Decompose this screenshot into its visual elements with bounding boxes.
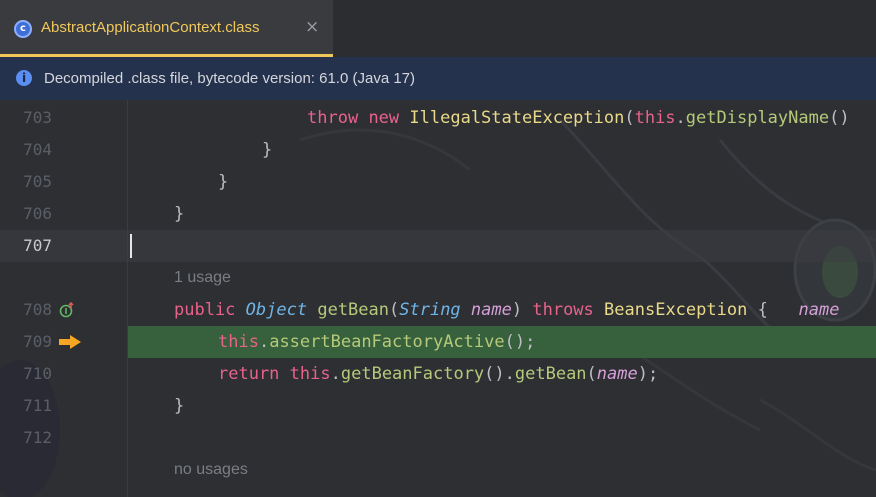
code-token: ) bbox=[511, 300, 533, 320]
code-text: } bbox=[174, 390, 184, 422]
code-token: new bbox=[368, 108, 400, 128]
code-token: IllegalStateException bbox=[409, 108, 625, 128]
ide-window: c AbstractApplicationContext.class × i D… bbox=[0, 0, 876, 497]
class-file-icon: c bbox=[14, 20, 32, 38]
code-token: } bbox=[174, 204, 185, 224]
line-number: 708 bbox=[23, 300, 52, 319]
code-token: public bbox=[174, 300, 236, 320]
line-number: 711 bbox=[23, 396, 52, 415]
code-token: throw bbox=[307, 108, 359, 128]
code-token: { bbox=[747, 300, 799, 320]
line-number: 712 bbox=[23, 428, 52, 447]
usage-hint[interactable]: no usages bbox=[174, 454, 248, 486]
code-text: } bbox=[262, 134, 272, 166]
banner-text: Decompiled .class file, bytecode version… bbox=[44, 70, 416, 87]
close-icon[interactable]: × bbox=[305, 17, 319, 37]
line-number: 705 bbox=[23, 172, 52, 191]
code-token: (). bbox=[484, 364, 515, 384]
code-text: return this.getBeanFactory().getBean(nam… bbox=[218, 358, 658, 390]
code-line[interactable]: 708 public Object getBean(String name) t… bbox=[0, 294, 876, 326]
usage-hint-row: 1 usage bbox=[0, 262, 876, 294]
line-number: 704 bbox=[23, 140, 52, 159]
code-line[interactable]: 704 } bbox=[0, 134, 876, 166]
code-text: } bbox=[174, 198, 184, 230]
usage-hint[interactable]: 1 usage bbox=[174, 262, 231, 294]
code-token: . bbox=[675, 108, 686, 128]
implements-method-icon[interactable] bbox=[59, 302, 75, 318]
code-text: public Object getBean(String name) throw… bbox=[174, 294, 839, 326]
text-caret bbox=[130, 234, 132, 258]
code-line[interactable]: 710 return this.getBeanFactory().getBean… bbox=[0, 358, 876, 390]
code-text: throw new IllegalStateException(this.get… bbox=[307, 102, 850, 134]
code-token: Object bbox=[245, 300, 308, 320]
code-token: this bbox=[289, 364, 331, 384]
code-token: BeansException bbox=[604, 300, 748, 320]
line-number: 703 bbox=[23, 108, 52, 127]
line-number: 706 bbox=[23, 204, 52, 223]
code-line[interactable]: 712 bbox=[0, 422, 876, 454]
code-token: getBeanFactory bbox=[340, 364, 485, 384]
code-editor[interactable]: 703 throw new IllegalStateException(this… bbox=[0, 100, 876, 497]
execution-point-arrow-icon bbox=[59, 335, 81, 349]
code-token: . bbox=[258, 332, 270, 352]
code-token: ); bbox=[637, 364, 659, 384]
code-line-current[interactable]: 707 bbox=[0, 230, 876, 262]
code-line[interactable]: 703 throw new IllegalStateException(this… bbox=[0, 102, 876, 134]
code-token: name bbox=[596, 364, 638, 384]
code-line[interactable]: 706 } bbox=[0, 198, 876, 230]
editor-tab-bar: c AbstractApplicationContext.class × bbox=[0, 0, 876, 57]
code-token: getBean bbox=[514, 364, 587, 384]
code-token: this bbox=[218, 332, 259, 352]
usage-hint-row: no usages bbox=[0, 454, 876, 486]
code-token: name bbox=[798, 300, 840, 320]
line-number: 707 bbox=[23, 236, 52, 255]
code-token: this bbox=[634, 108, 676, 128]
code-token: ( bbox=[586, 364, 597, 384]
tab-title: AbstractApplicationContext.class bbox=[41, 19, 260, 36]
code-token: . bbox=[330, 364, 341, 384]
line-number: 709 bbox=[23, 332, 52, 351]
code-line[interactable]: 705 } bbox=[0, 166, 876, 198]
code-token: } bbox=[262, 140, 273, 160]
code-token: } bbox=[174, 396, 185, 416]
code-token: ( bbox=[624, 108, 635, 128]
code-text: this.assertBeanFactoryActive(); bbox=[218, 326, 535, 358]
code-line[interactable]: 711 } bbox=[0, 390, 876, 422]
code-token: ( bbox=[389, 300, 400, 320]
code-token: assertBeanFactoryActive bbox=[269, 332, 505, 352]
code-line-execution-point[interactable]: 709 this.assertBeanFactoryActive(); bbox=[0, 326, 876, 358]
code-token: getDisplayName bbox=[685, 108, 830, 128]
code-token: name bbox=[470, 300, 512, 320]
code-token: throws bbox=[532, 300, 594, 320]
code-token: } bbox=[218, 172, 229, 192]
editor-tab-abstract-application-context[interactable]: c AbstractApplicationContext.class × bbox=[0, 0, 333, 57]
info-icon: i bbox=[16, 70, 32, 86]
code-token: (); bbox=[504, 332, 536, 352]
code-token: () bbox=[829, 108, 850, 128]
code-token: getBean bbox=[317, 300, 389, 320]
code-text: } bbox=[218, 166, 228, 198]
line-number: 710 bbox=[23, 364, 52, 383]
code-token: String bbox=[399, 300, 461, 320]
code-token: return bbox=[218, 364, 280, 384]
